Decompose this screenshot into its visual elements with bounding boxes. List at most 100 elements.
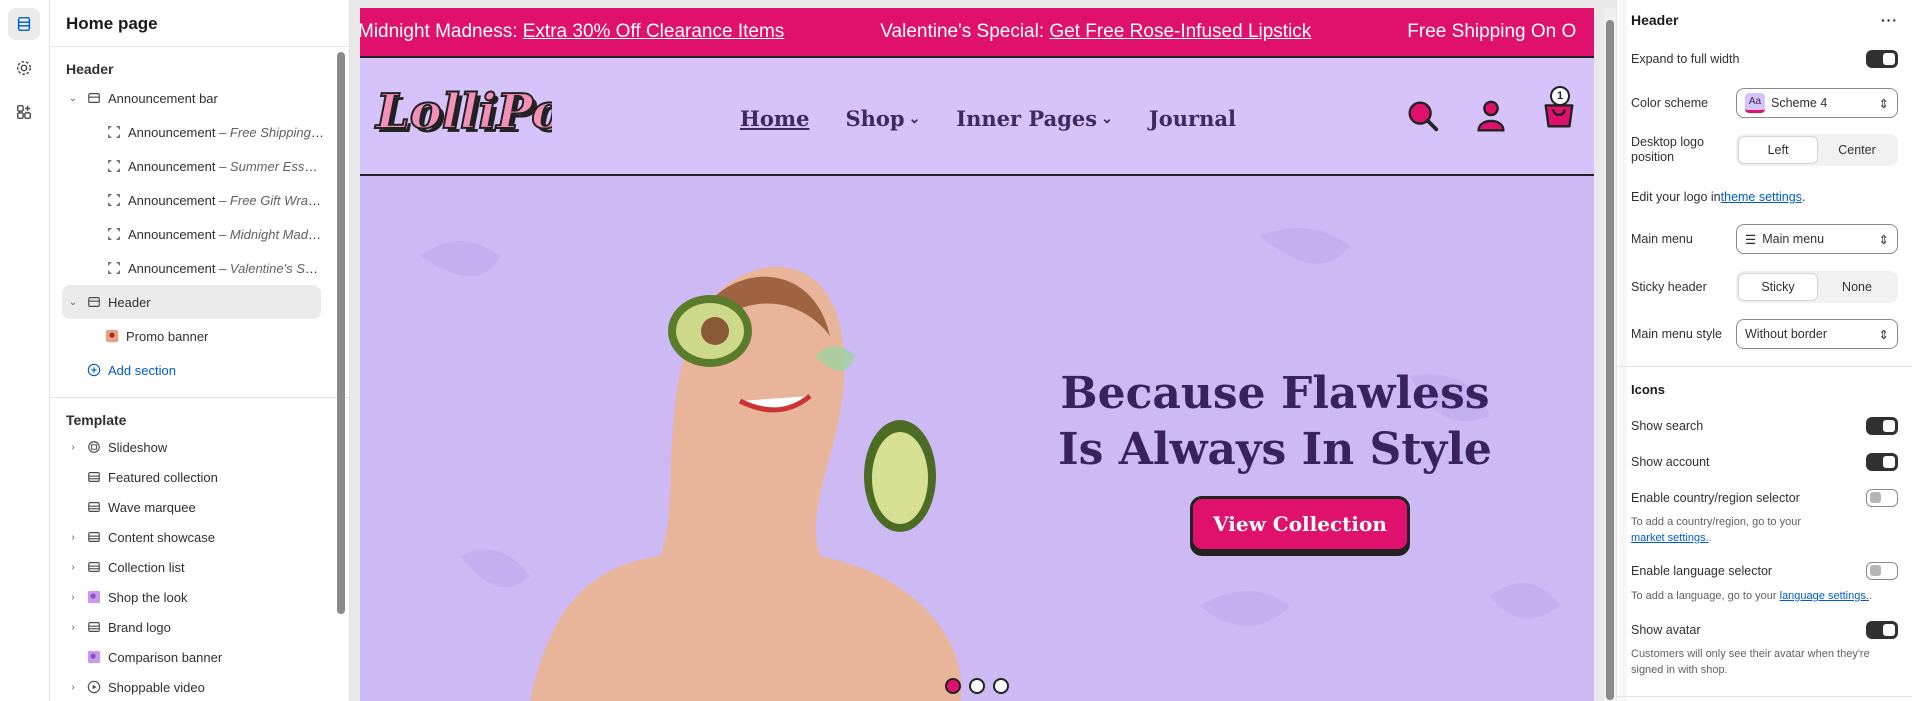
slideshow-icon xyxy=(86,439,102,455)
template-row[interactable]: › Shoppable video xyxy=(50,672,349,701)
main-menu-style-label: Main menu style xyxy=(1631,327,1723,341)
show-account-toggle[interactable] xyxy=(1866,453,1898,471)
cart-button[interactable]: 1 xyxy=(1540,86,1578,137)
announcement-suffix: – Midnight Madn... xyxy=(219,226,324,242)
header-icons: 1 xyxy=(1404,86,1578,137)
slide-dot[interactable] xyxy=(945,678,961,694)
search-icon[interactable] xyxy=(1404,97,1442,135)
select-chevron-icon: ⇕ xyxy=(1878,232,1889,247)
announcement-prefix: Announcement xyxy=(128,260,216,276)
template-item-label: Content showcase xyxy=(108,529,215,545)
site-header: LolliPop LolliPop Home Shop⌄ Inner Pages… xyxy=(360,58,1594,176)
main-menu-select[interactable]: ☰ Main menu ⇕ xyxy=(1736,224,1898,254)
logo-position-left[interactable]: Left xyxy=(1738,136,1818,164)
announcement-lead: Free Shipping On O xyxy=(1407,21,1577,42)
nav-inner-pages-label: Inner Pages xyxy=(956,106,1098,131)
logo-note-end: . xyxy=(1801,190,1806,204)
show-search-row: Show search xyxy=(1631,417,1898,435)
chevron-down-icon[interactable]: ⌄ xyxy=(66,295,80,309)
template-row[interactable]: › Brand logo xyxy=(50,612,349,642)
logo-position-center[interactable]: Center xyxy=(1818,136,1896,164)
sections-icon[interactable] xyxy=(8,8,40,40)
announcement-row[interactable]: Announcement – Summer Essen... xyxy=(50,149,349,183)
account-icon[interactable] xyxy=(1472,97,1510,135)
logo-position-row: Desktop logo position Left Center xyxy=(1631,134,1898,166)
main-menu-style-select[interactable]: Without border ⇕ xyxy=(1736,319,1898,349)
language-settings-link[interactable]: language settings. xyxy=(1780,590,1869,602)
slide-dot[interactable] xyxy=(993,678,1009,694)
settings-scroll-track xyxy=(1619,0,1627,701)
announcement-row[interactable]: Announcement – Valentine's Spe... xyxy=(50,251,349,285)
chevron-right-icon[interactable]: › xyxy=(66,440,80,454)
chevron-down-icon[interactable]: ⌄ xyxy=(66,91,80,105)
main-nav: Home Shop ⌄ Inner Pages ⌄ Journal xyxy=(740,106,1236,131)
apps-icon[interactable] xyxy=(8,96,40,128)
nav-home[interactable]: Home xyxy=(740,106,809,131)
template-row[interactable]: Wave marquee xyxy=(50,492,349,522)
announcement-item[interactable]: Midnight Madness: Extra 30% Off Clearanc… xyxy=(360,21,784,43)
store-logo[interactable]: LolliPop LolliPop xyxy=(372,70,552,160)
block-icon xyxy=(106,226,122,242)
announcement-row[interactable]: Announcement – Free Gift Wrap... xyxy=(50,183,349,217)
nav-journal[interactable]: Journal xyxy=(1149,106,1236,131)
settings-header: Header ··· xyxy=(1617,0,1912,40)
promo-banner-row[interactable]: Promo banner xyxy=(50,319,349,353)
template-row[interactable]: Comparison banner xyxy=(50,642,349,672)
announcement-row[interactable]: Announcement – Free Shipping ... xyxy=(50,115,349,149)
show-search-toggle[interactable] xyxy=(1866,417,1898,435)
divider xyxy=(50,397,349,398)
chevron-right-icon[interactable]: › xyxy=(66,560,80,574)
color-scheme-label: Color scheme xyxy=(1631,96,1709,110)
announcement-suffix: – Valentine's Spe... xyxy=(219,260,324,276)
preview-scrollbar[interactable] xyxy=(1606,20,1614,700)
slide-dot[interactable] xyxy=(969,678,985,694)
announcement-item[interactable]: Valentine's Special: Get Free Rose-Infus… xyxy=(880,21,1311,43)
show-avatar-toggle[interactable] xyxy=(1866,621,1898,639)
template-row[interactable]: › Slideshow xyxy=(50,432,349,462)
header-group-label: Header xyxy=(66,61,114,77)
block-icon xyxy=(106,158,122,174)
theme-settings-icon[interactable] xyxy=(8,52,40,84)
announcement-label: Announcement – Free Gift Wrap... xyxy=(128,193,324,208)
announcement-item[interactable]: Free Shipping On O xyxy=(1407,21,1576,43)
template-row[interactable]: Featured collection xyxy=(50,462,349,492)
nav-inner-pages[interactable]: Inner Pages ⌄ xyxy=(956,106,1113,131)
expand-full-width-toggle[interactable] xyxy=(1866,50,1898,68)
chevron-right-icon[interactable]: › xyxy=(66,530,80,544)
market-settings-link[interactable]: market settings. xyxy=(1631,532,1709,544)
theme-settings-link[interactable]: theme settings xyxy=(1721,190,1802,204)
header-row[interactable]: ⌄ Header xyxy=(62,285,321,319)
expand-full-width-row: Expand to full width xyxy=(1631,50,1898,68)
announcement-link[interactable]: Extra 30% Off Clearance Items xyxy=(523,21,785,42)
sticky-option[interactable]: Sticky xyxy=(1738,273,1818,301)
language-selector-toggle[interactable] xyxy=(1866,562,1898,580)
none-option[interactable]: None xyxy=(1818,273,1896,301)
chevron-right-icon[interactable]: › xyxy=(66,590,80,604)
announcement-label: Announcement – Free Shipping ... xyxy=(128,125,324,140)
template-row[interactable]: › Content showcase xyxy=(50,522,349,552)
show-account-label: Show account xyxy=(1631,455,1710,469)
color-scheme-swatch: Aa xyxy=(1745,93,1765,113)
more-actions-icon[interactable]: ··· xyxy=(1881,12,1898,28)
template-item-label: Shoppable video xyxy=(108,679,205,695)
sticky-header-row: Sticky header Sticky None xyxy=(1631,271,1898,303)
play-icon xyxy=(86,679,102,695)
country-selector-toggle[interactable] xyxy=(1866,489,1898,507)
sections-scrollbar[interactable] xyxy=(337,52,345,614)
announcement-lead: Valentine's Special: xyxy=(880,21,1050,42)
nav-shop[interactable]: Shop ⌄ xyxy=(845,106,920,131)
announcement-link[interactable]: Get Free Rose-Infused Lipstick xyxy=(1049,21,1311,42)
add-section-row[interactable]: Add section xyxy=(50,353,349,387)
chevron-right-icon[interactable]: › xyxy=(66,620,80,634)
settings-title: Header xyxy=(1631,12,1679,28)
view-collection-button[interactable]: View Collection xyxy=(1190,496,1410,552)
chevron-right-icon[interactable]: › xyxy=(66,680,80,694)
announcement-row[interactable]: Announcement – Midnight Madn... xyxy=(50,217,349,251)
announcement-bar-row[interactable]: ⌄ Announcement bar xyxy=(50,81,349,115)
template-row[interactable]: › Shop the look xyxy=(50,582,349,612)
show-search-label: Show search xyxy=(1631,419,1704,433)
template-row[interactable]: › Collection list xyxy=(50,552,349,582)
color-scheme-select[interactable]: Aa Scheme 4 ⇕ xyxy=(1736,88,1898,118)
